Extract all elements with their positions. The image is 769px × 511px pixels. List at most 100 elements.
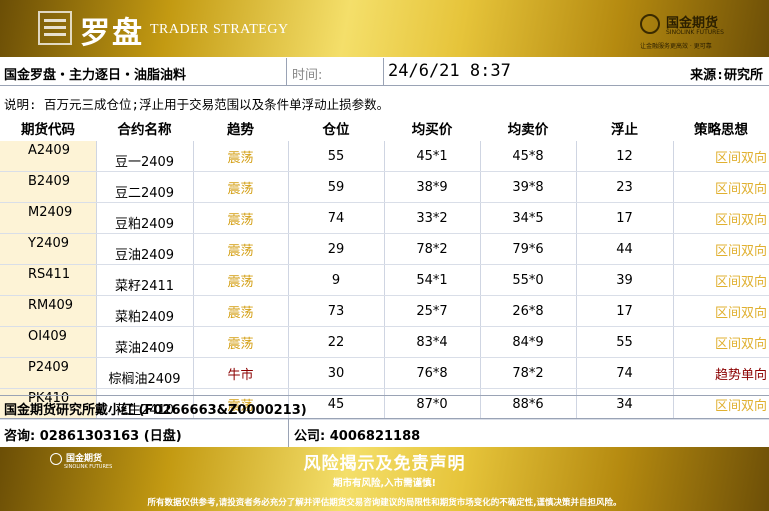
time-label: 时间:: [292, 68, 323, 83]
row-trend: 震荡: [192, 233, 288, 265]
divider: [288, 419, 289, 447]
row-stop: 39: [575, 264, 673, 296]
strategy-table: 期货代码 合约名称 趋势 仓位 均买价 均卖价 浮止 策略思想 A2409 豆一2…: [0, 114, 769, 420]
row-avg-sell: 78*2: [479, 357, 576, 389]
report-title: 国金罗盘・主力逐日・油脂油料: [4, 68, 187, 83]
row-avg-buy: 83*4: [383, 326, 480, 358]
row-stop: 44: [575, 233, 673, 265]
analyst-row: 国金期货研究所戴小红 (F0266663&Z0000213): [0, 395, 769, 419]
row-trend: 震荡: [192, 202, 288, 234]
row-code: RS411: [0, 264, 96, 296]
row-stop: 17: [575, 202, 673, 234]
row-strategy: 区间双向: [672, 264, 769, 296]
note-text: 说明: 百万元三成仓位;浮止用于交易范围以及条件单浮动止损参数。: [4, 97, 390, 112]
header-trend: 趋势: [227, 121, 254, 138]
row-position: 29: [287, 233, 384, 265]
header-position: 仓位: [322, 121, 350, 138]
footer-banner: 国金期货 SINOLINK FUTURES 风险揭示及免责声明 期市有风险,入市…: [0, 447, 769, 511]
row-stop: 55: [575, 326, 673, 358]
row-avg-sell: 55*0: [479, 264, 576, 296]
header-banner: 罗盘 TRADER STRATEGY 国金期货 SINOLINK FUTURES…: [0, 0, 769, 57]
header-stop: 浮止: [611, 121, 638, 138]
compass-logo-icon: [38, 11, 72, 45]
row-avg-sell: 84*9: [479, 326, 576, 358]
row-code: OI409: [0, 326, 96, 358]
row-strategy: 趋势单向: [672, 357, 769, 389]
brand-title: 罗盘: [80, 16, 144, 51]
company-name-en: SINOLINK FUTURES: [666, 29, 724, 36]
row-avg-buy: 54*1: [383, 264, 480, 296]
row-strategy: 区间双向: [672, 141, 769, 172]
disclaimer-text: 所有数据仅供参考,请投资者务必充分了解并评估期货交易咨询建议的局限性和期货市场变…: [147, 498, 622, 508]
row-stop: 74: [575, 357, 673, 389]
table-row: Y2409 豆油2409 震荡 29 78*2 79*6 44 区间双向: [0, 233, 769, 265]
row-name: 菜粕2409: [95, 295, 193, 327]
row-name: 棕榈油2409: [95, 357, 193, 389]
row-strategy: 区间双向: [672, 295, 769, 327]
row-avg-sell: 34*5: [479, 202, 576, 234]
header-name: 合约名称: [117, 121, 172, 138]
row-avg-buy: 33*2: [383, 202, 480, 234]
row-stop: 17: [575, 295, 673, 327]
row-code: RM409: [0, 295, 96, 327]
row-avg-buy: 38*9: [383, 171, 480, 203]
time-value: 24/6/21 8:37: [388, 61, 511, 81]
table-row: OI409 菜油2409 震荡 22 83*4 84*9 55 区间双向: [0, 326, 769, 358]
brand-subtitle: TRADER STRATEGY: [150, 22, 289, 37]
row-avg-sell: 79*6: [479, 233, 576, 265]
source-label: 来源:研究所: [690, 68, 763, 83]
row-trend: 震荡: [192, 141, 288, 172]
row-avg-sell: 26*8: [479, 295, 576, 327]
divider: [286, 58, 287, 85]
row-code: Y2409: [0, 233, 96, 265]
table-row: B2409 豆二2409 震荡 59 38*9 39*8 23 区间双向: [0, 171, 769, 203]
row-strategy: 区间双向: [672, 233, 769, 265]
company-slogan: 让金融服务更高效 · 更可靠: [640, 43, 712, 50]
table-header-row: 期货代码 合约名称 趋势 仓位 均买价 均卖价 浮止 策略思想: [0, 114, 769, 141]
info-row: 国金罗盘・主力逐日・油脂油料 时间: 24/6/21 8:37 来源:研究所: [0, 58, 769, 86]
row-position: 74: [287, 202, 384, 234]
note-row: 说明: 百万元三成仓位;浮止用于交易范围以及条件单浮动止损参数。: [0, 92, 769, 114]
row-code: B2409: [0, 171, 96, 203]
row-avg-sell: 45*8: [479, 141, 576, 172]
row-stop: 12: [575, 141, 673, 172]
row-avg-buy: 76*8: [383, 357, 480, 389]
row-trend: 震荡: [192, 326, 288, 358]
row-position: 55: [287, 141, 384, 172]
row-trend: 牛市: [192, 357, 288, 389]
contact-row: 咨询: 02861303163 (日盘) 公司: 4006821188: [0, 419, 769, 447]
company-phone: 公司: 4006821188: [294, 429, 421, 444]
row-trend: 震荡: [192, 171, 288, 203]
row-strategy: 区间双向: [672, 326, 769, 358]
row-position: 59: [287, 171, 384, 203]
table-row: A2409 豆一2409 震荡 55 45*1 45*8 12 区间双向: [0, 141, 769, 172]
row-name: 菜油2409: [95, 326, 193, 358]
header-strategy: 策略思想: [694, 121, 748, 138]
row-position: 9: [287, 264, 384, 296]
row-position: 73: [287, 295, 384, 327]
disclaimer-subtitle: 期市有风险,入市需谨慎!: [333, 478, 436, 489]
header-avg-buy: 均买价: [411, 121, 453, 138]
row-avg-buy: 25*7: [383, 295, 480, 327]
row-name: 豆二2409: [95, 171, 193, 203]
row-position: 22: [287, 326, 384, 358]
company-logo-icon: [640, 14, 660, 34]
table-row: M2409 豆粕2409 震荡 74 33*2 34*5 17 区间双向: [0, 202, 769, 234]
row-trend: 震荡: [192, 295, 288, 327]
table-row: RS411 菜籽2411 震荡 9 54*1 55*0 39 区间双向: [0, 264, 769, 296]
row-strategy: 区间双向: [672, 171, 769, 203]
row-stop: 23: [575, 171, 673, 203]
row-code: P2409: [0, 357, 96, 389]
table-row: P2409 棕榈油2409 牛市 30 76*8 78*2 74 趋势单向: [0, 357, 769, 389]
row-avg-buy: 78*2: [383, 233, 480, 265]
row-trend: 震荡: [192, 264, 288, 296]
row-avg-buy: 45*1: [383, 141, 480, 172]
table-row: RM409 菜粕2409 震荡 73 25*7 26*8 17 区间双向: [0, 295, 769, 327]
divider: [383, 58, 384, 85]
header-code: 期货代码: [21, 121, 75, 138]
consult-phone: 咨询: 02861303163 (日盘): [4, 429, 182, 444]
row-code: A2409: [0, 141, 96, 172]
row-name: 豆一2409: [95, 141, 193, 172]
header-avg-sell: 均卖价: [507, 121, 549, 138]
row-name: 豆油2409: [95, 233, 193, 265]
